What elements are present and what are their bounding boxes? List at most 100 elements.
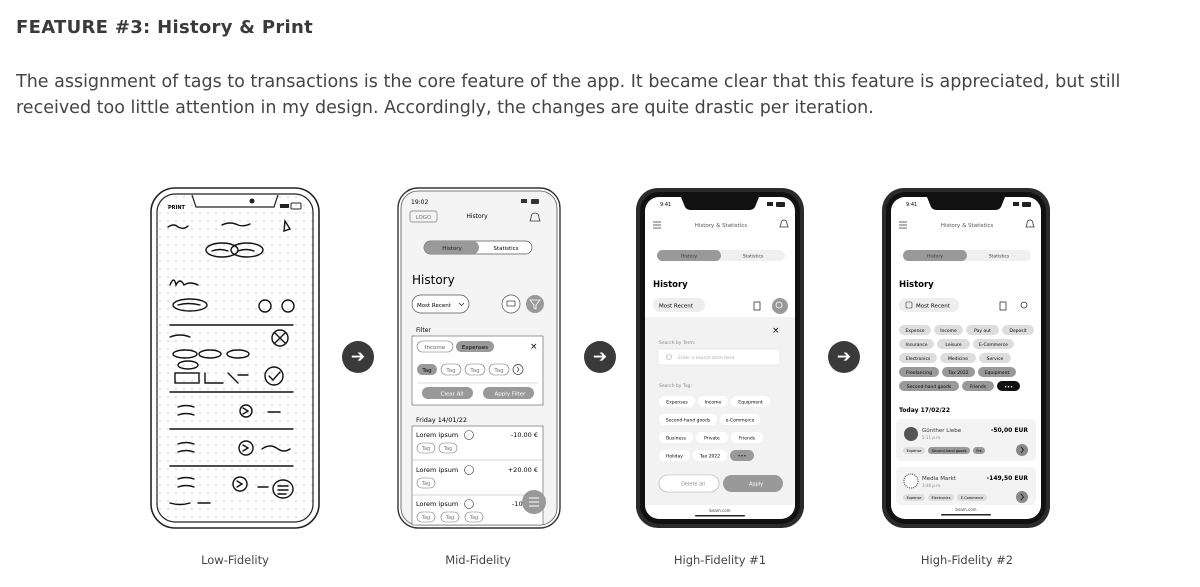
hf2-url: beam.com — [955, 507, 976, 512]
svg-text:Second-hand goods: Second-hand goods — [666, 418, 711, 424]
mid-tab-statistics[interactable]: Statistics — [493, 246, 518, 252]
mid-filter-label: Filter — [416, 327, 431, 334]
chevron-right-button[interactable] — [1016, 491, 1028, 503]
hf2-phone: 9:41 History & Statistics History Statis… — [882, 188, 1050, 528]
svg-text:Holiday: Holiday — [666, 454, 683, 460]
search-button[interactable] — [772, 298, 788, 314]
hf1-sort-label: Most Recent — [659, 304, 694, 310]
mid-page-title: History — [412, 273, 455, 287]
mid-chip-income[interactable]: Income — [425, 345, 446, 351]
svg-text:Freelancing: Freelancing — [906, 370, 932, 376]
svg-text:-10: -10 — [512, 500, 523, 508]
svg-text:Pay out: Pay out — [974, 328, 991, 334]
svg-text:Equipment: Equipment — [738, 400, 763, 406]
hf1-tab-statistics[interactable]: Statistics — [743, 254, 764, 260]
mid-fidelity-phone: 19:02 LOGO History History Statistics Hi… — [397, 187, 561, 529]
hf2-time: 9:41 — [906, 202, 917, 208]
hf1-phone: 9:41 History & Statistics History Statis… — [636, 188, 804, 528]
svg-text:Tax 2022: Tax 2022 — [947, 370, 968, 376]
svg-text:-10.00 €: -10.00 € — [511, 431, 538, 439]
svg-text:Media Markt: Media Markt — [922, 476, 957, 482]
svg-text:Income: Income — [705, 400, 722, 406]
filter-button[interactable] — [526, 295, 544, 313]
hf2-tab-history: History — [927, 254, 943, 260]
arrow-right-icon: ➔ — [342, 341, 374, 373]
arrow-right-icon: ➔ — [584, 341, 616, 373]
print-button[interactable] — [501, 294, 521, 314]
close-icon[interactable]: × — [530, 342, 538, 352]
svg-text:•••: ••• — [1004, 385, 1013, 391]
hf2-sort-label: Most Recent — [916, 304, 951, 310]
svg-text:e-Commerce: e-Commerce — [726, 418, 755, 424]
caption-hf1: High-Fidelity #1 — [673, 553, 767, 567]
low-fidelity-phone: PRINT — [150, 187, 320, 529]
caption-mid-fidelity: Mid-Fidelity — [445, 553, 511, 567]
hf2-tab-statistics[interactable]: Statistics — [989, 254, 1010, 260]
hf2-page-title: History — [899, 280, 934, 290]
svg-text:Insurance: Insurance — [905, 342, 927, 348]
svg-text:3:46 p.m.: 3:46 p.m. — [922, 483, 941, 488]
svg-text:Tag: Tag — [421, 481, 430, 487]
svg-text:Private: Private — [704, 436, 720, 442]
hf2-nav-title: History & Statistics — [941, 223, 994, 229]
svg-text:E-Commerce: E-Commerce — [961, 496, 983, 500]
svg-text:Second-hand goods: Second-hand goods — [907, 384, 952, 390]
svg-text:•••: ••• — [738, 454, 747, 460]
svg-text:Tag: Tag — [493, 368, 503, 374]
svg-text:Service: Service — [987, 356, 1004, 362]
mid-time: 19:02 — [411, 199, 428, 206]
feature-description: The assignment of tags to transactions i… — [16, 72, 1121, 118]
svg-text:Tag: Tag — [421, 515, 430, 521]
svg-text:Günther Liebe: Günther Liebe — [922, 428, 962, 434]
caption-low-fidelity: Low-Fidelity — [201, 553, 269, 567]
svg-text:Electronics: Electronics — [906, 356, 931, 362]
chevron-right-button[interactable] — [1016, 444, 1028, 456]
arrow-right-icon: ➔ — [828, 341, 860, 373]
hf1-nav-title: History & Statistics — [695, 223, 748, 229]
svg-text:Income: Income — [940, 328, 957, 334]
mid-logo: LOGO — [416, 215, 432, 221]
svg-text:Friends: Friends — [970, 384, 987, 390]
svg-text:Lorem ipsum: Lorem ipsum — [416, 466, 458, 474]
svg-text:E-Commerce: E-Commerce — [979, 342, 1008, 348]
svg-text:Leisure: Leisure — [945, 342, 961, 348]
mid-apply-filter: Apply Filter — [495, 392, 527, 398]
hf1-url: beam.com — [709, 508, 730, 513]
svg-text:Fre: Fre — [976, 449, 981, 453]
svg-text:Electronics: Electronics — [931, 496, 950, 500]
svg-text:Tag: Tag — [445, 368, 455, 374]
svg-text:Second-hand goods: Second-hand goods — [932, 449, 967, 453]
svg-text:Tag: Tag — [421, 368, 431, 374]
svg-text:Expenses: Expenses — [666, 400, 688, 406]
hf1-search-placeholder: Enter a search term here — [678, 355, 735, 361]
hf1-page-title: History — [653, 280, 688, 290]
mid-date: Friday 14/01/22 — [416, 416, 467, 424]
hf1-time: 9:41 — [660, 202, 671, 208]
hf1-delete-all: Delete all — [681, 482, 705, 488]
svg-text:Tag: Tag — [443, 446, 452, 452]
svg-text:Tag: Tag — [421, 446, 430, 452]
hf2-date: Today 17/02/22 — [899, 407, 950, 414]
mid-tag-chips[interactable]: Tag Tag Tag Tag — [417, 363, 524, 376]
mid-tab-history: History — [442, 246, 462, 252]
caption-hf2: High-Fidelity #2 — [920, 553, 1014, 567]
list-item[interactable]: Günther Liebe 5:11 p.m. -50,00 EUR Expen… — [896, 419, 1036, 461]
svg-text:Expense: Expense — [907, 496, 922, 500]
mid-nav-title: History — [466, 213, 488, 220]
mid-clear-all: Clear All — [441, 392, 464, 398]
svg-text:Deposit: Deposit — [1009, 328, 1026, 334]
close-icon[interactable]: × — [772, 326, 780, 336]
svg-text:Business: Business — [666, 436, 686, 442]
feature-title: FEATURE #3: History & Print — [16, 17, 314, 38]
svg-text:-149,50 EUR: -149,50 EUR — [987, 475, 1029, 482]
svg-text:Medicine: Medicine — [948, 356, 968, 362]
svg-text:Lorem ipsum: Lorem ipsum — [416, 500, 458, 508]
mid-chip-expenses[interactable]: Expenses — [462, 345, 488, 351]
low-print-label: PRINT — [168, 205, 186, 211]
hf1-apply: Apply — [749, 482, 763, 488]
svg-text:+20.00 €: +20.00 € — [508, 466, 538, 474]
svg-text:Tag: Tag — [445, 515, 454, 521]
list-item[interactable]: Media Markt 3:46 p.m. -149,50 EUR Expens… — [896, 467, 1036, 505]
svg-text:-50,00 EUR: -50,00 EUR — [991, 427, 1029, 434]
svg-text:Tag: Tag — [469, 368, 479, 374]
